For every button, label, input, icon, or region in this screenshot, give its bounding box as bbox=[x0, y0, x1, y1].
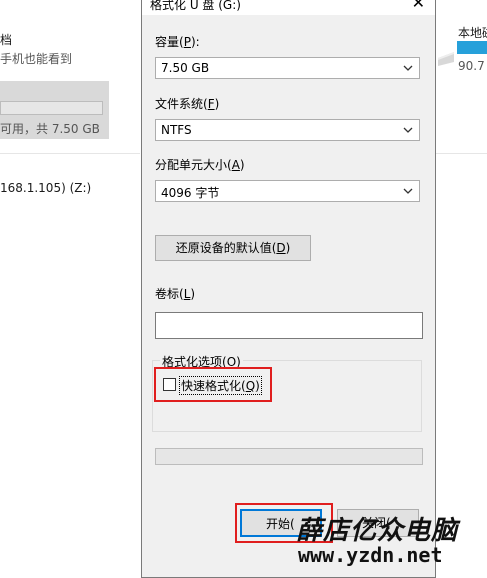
format-progress-bar bbox=[155, 448, 423, 465]
volume-label-input[interactable] bbox=[155, 312, 423, 339]
watermark-url: www.yzdn.net bbox=[298, 543, 443, 567]
local-disk-size: 90.7 bbox=[458, 59, 485, 73]
close-icon[interactable]: ✕ bbox=[412, 0, 425, 12]
device-free-space: 可用，共 7.50 GB bbox=[0, 122, 100, 136]
chevron-down-icon bbox=[403, 65, 413, 71]
local-disk-usage-bar bbox=[457, 41, 487, 54]
format-dialog: 格式化 U 盘 (G:) ✕ 容量(P): 7.50 GB 文件系统(F) NT… bbox=[141, 0, 436, 578]
highlight-box bbox=[154, 367, 272, 402]
filesystem-select[interactable]: NTFS bbox=[155, 119, 420, 141]
drive-icon bbox=[437, 48, 455, 66]
filesystem-label: 文件系统(F) bbox=[155, 97, 220, 111]
device-usage-bar bbox=[0, 101, 103, 115]
watermark-text: 薛店亿众电脑 bbox=[296, 516, 459, 546]
capacity-label: 容量(P): bbox=[155, 35, 200, 49]
filesystem-value: NTFS bbox=[161, 123, 192, 137]
allocation-label: 分配单元大小(A) bbox=[155, 158, 245, 172]
device-subtitle: 手机也能看到 bbox=[0, 52, 73, 66]
volume-label: 卷标(L) bbox=[155, 287, 196, 301]
title-bar: 格式化 U 盘 (G:) ✕ bbox=[142, 0, 435, 15]
local-disk-label[interactable]: 本地磁 bbox=[458, 24, 487, 41]
device-title: 档 bbox=[0, 33, 13, 47]
divider bbox=[436, 153, 487, 154]
divider bbox=[0, 153, 140, 154]
chevron-down-icon bbox=[403, 127, 413, 133]
network-drive-label[interactable]: 168.1.105) (Z:) bbox=[0, 181, 91, 195]
restore-defaults-button[interactable]: 还原设备的默认值(D) bbox=[155, 235, 311, 261]
capacity-value: 7.50 GB bbox=[161, 61, 210, 75]
allocation-value: 4096 字节 bbox=[161, 186, 220, 200]
allocation-select[interactable]: 4096 字节 bbox=[155, 180, 420, 202]
dialog-title: 格式化 U 盘 (G:) bbox=[150, 0, 241, 12]
chevron-down-icon bbox=[403, 188, 413, 194]
capacity-select[interactable]: 7.50 GB bbox=[155, 57, 420, 79]
